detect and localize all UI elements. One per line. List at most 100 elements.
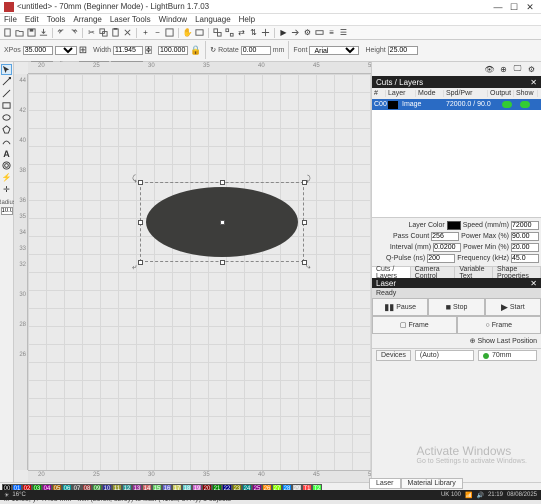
qpulse-input[interactable] xyxy=(427,254,455,263)
handle-c[interactable] xyxy=(220,220,225,225)
width-input[interactable] xyxy=(113,46,143,55)
new-button[interactable] xyxy=(2,27,13,38)
interval-input[interactable] xyxy=(433,243,461,252)
bezier-tool[interactable] xyxy=(1,136,12,147)
menu-edit[interactable]: Edit xyxy=(23,15,41,24)
position-tool[interactable]: ✛ xyxy=(1,184,12,195)
rotate-input[interactable] xyxy=(241,46,271,55)
tab-shapeprops[interactable]: Shape Properties xyxy=(493,267,541,278)
tray-lang[interactable]: UK 100 xyxy=(441,492,461,498)
menu-language[interactable]: Language xyxy=(193,15,233,24)
radius-input[interactable] xyxy=(1,207,13,215)
minimize-button[interactable]: — xyxy=(491,1,505,13)
xpos-input[interactable] xyxy=(23,46,53,55)
pause-button[interactable]: ▮▮Pause xyxy=(372,298,428,316)
anchor-grid[interactable]: ⊞ xyxy=(79,45,87,56)
settings-button[interactable]: ⚙ xyxy=(302,27,313,38)
freq-input[interactable] xyxy=(511,254,539,263)
mirror-v-button[interactable]: ⇅ xyxy=(248,27,259,38)
rect-tool[interactable] xyxy=(1,100,12,111)
add-icon[interactable]: ⊕ xyxy=(498,64,509,75)
offset-tool[interactable] xyxy=(1,160,12,171)
handle-w[interactable] xyxy=(138,220,143,225)
delete-button[interactable] xyxy=(122,27,133,38)
tray-vol-icon[interactable]: 🔊 xyxy=(476,492,483,499)
frame-circle-button[interactable]: ○Frame xyxy=(457,316,541,334)
devices-button[interactable]: Devices xyxy=(376,350,411,361)
fontheight-input[interactable] xyxy=(388,46,418,55)
open-button[interactable] xyxy=(14,27,25,38)
save-button[interactable] xyxy=(26,27,37,38)
text-tool[interactable]: A xyxy=(1,148,12,159)
copy-button[interactable] xyxy=(98,27,109,38)
start-button[interactable]: ▶Start xyxy=(485,298,541,316)
rot-nw[interactable]: ⤹ xyxy=(132,174,140,182)
send-button[interactable] xyxy=(290,27,301,38)
speed-input[interactable] xyxy=(511,221,539,230)
device-select[interactable]: 70mm xyxy=(478,350,537,361)
lock-aspect-icon[interactable]: 🔒 xyxy=(190,45,201,56)
layer-color-swatch[interactable] xyxy=(447,221,461,230)
powermin-input[interactable] xyxy=(511,243,539,252)
pan-button[interactable]: ✋ xyxy=(182,27,193,38)
menu-arrange[interactable]: Arrange xyxy=(71,15,103,24)
menu-tools[interactable]: Tools xyxy=(45,15,68,24)
measure-tool[interactable]: ⚡ xyxy=(1,172,12,183)
layer-row[interactable]: C00 Image 72000.0 / 90.0 ● ● xyxy=(372,99,541,110)
align-button[interactable] xyxy=(260,27,271,38)
tab-camera[interactable]: Camera Control xyxy=(411,267,456,278)
tray-time[interactable]: 21:19 xyxy=(488,492,503,498)
select-tool[interactable] xyxy=(1,64,12,75)
mirror-h-button[interactable]: ⇄ xyxy=(236,27,247,38)
handle-n[interactable] xyxy=(220,180,225,185)
handle-s[interactable] xyxy=(220,260,225,265)
frame-square-button[interactable]: ▢Frame xyxy=(372,316,457,334)
undo-button[interactable] xyxy=(56,27,67,38)
group-button[interactable] xyxy=(212,27,223,38)
tray-date[interactable]: 08/08/2025 xyxy=(507,492,537,498)
rot-se[interactable]: ⤷ xyxy=(306,262,314,270)
zoom-out-button[interactable]: − xyxy=(152,27,163,38)
tab-cuts[interactable]: Cuts / Layers xyxy=(372,267,411,278)
cut-button[interactable]: ✂ xyxy=(86,27,97,38)
ungroup-button[interactable] xyxy=(224,27,235,38)
redo-button[interactable] xyxy=(68,27,79,38)
btab-laser[interactable]: Laser xyxy=(369,478,401,489)
close-button[interactable]: ✕ xyxy=(523,1,537,13)
device-settings-button[interactable] xyxy=(314,27,325,38)
paste-button[interactable] xyxy=(110,27,121,38)
output-toggle[interactable]: ● xyxy=(502,101,512,108)
passcount-input[interactable] xyxy=(431,232,459,241)
width-down[interactable]: ▾ xyxy=(145,50,152,54)
line-tool[interactable] xyxy=(1,88,12,99)
menu-file[interactable]: File xyxy=(2,15,19,24)
polygon-tool[interactable] xyxy=(1,124,12,135)
ellipse-tool[interactable] xyxy=(1,112,12,123)
powermax-input[interactable] xyxy=(511,232,539,241)
node-edit-tool[interactable] xyxy=(1,76,12,87)
rot-ne[interactable]: ⤸ xyxy=(306,174,314,182)
import-button[interactable] xyxy=(38,27,49,38)
eye-icon[interactable]: 👁 xyxy=(484,64,495,75)
laser-close[interactable]: ✕ xyxy=(530,279,537,288)
btab-matlib[interactable]: Material Library xyxy=(401,478,463,489)
tray-wifi-icon[interactable]: 📶 xyxy=(465,492,472,499)
menu-window[interactable]: Window xyxy=(157,15,189,24)
port-select[interactable]: (Auto) xyxy=(415,350,474,361)
maximize-button[interactable]: ☐ xyxy=(507,1,521,13)
menu-help[interactable]: Help xyxy=(237,15,257,24)
cuts-close[interactable]: ✕ xyxy=(530,78,537,87)
show-toggle[interactable]: ● xyxy=(520,101,530,108)
scalex-input[interactable] xyxy=(158,46,188,55)
zoom-frame-button[interactable] xyxy=(164,27,175,38)
zoom-in-button[interactable]: + xyxy=(140,27,151,38)
monitor-icon[interactable]: 🖵 xyxy=(512,64,523,75)
unit-select[interactable]: mm xyxy=(55,46,77,55)
frame-button[interactable] xyxy=(194,27,205,38)
showlast-label[interactable]: Show Last Position xyxy=(477,338,537,345)
canvas[interactable]: 20 25 30 35 40 45 50 44 42 40 38 36 35 3… xyxy=(14,62,371,482)
preview-button[interactable]: ▶ xyxy=(278,27,289,38)
font-select[interactable]: Arial xyxy=(309,46,359,55)
tab-vartext[interactable]: Variable Text xyxy=(455,267,493,278)
gear-icon[interactable]: ⚙ xyxy=(526,64,537,75)
